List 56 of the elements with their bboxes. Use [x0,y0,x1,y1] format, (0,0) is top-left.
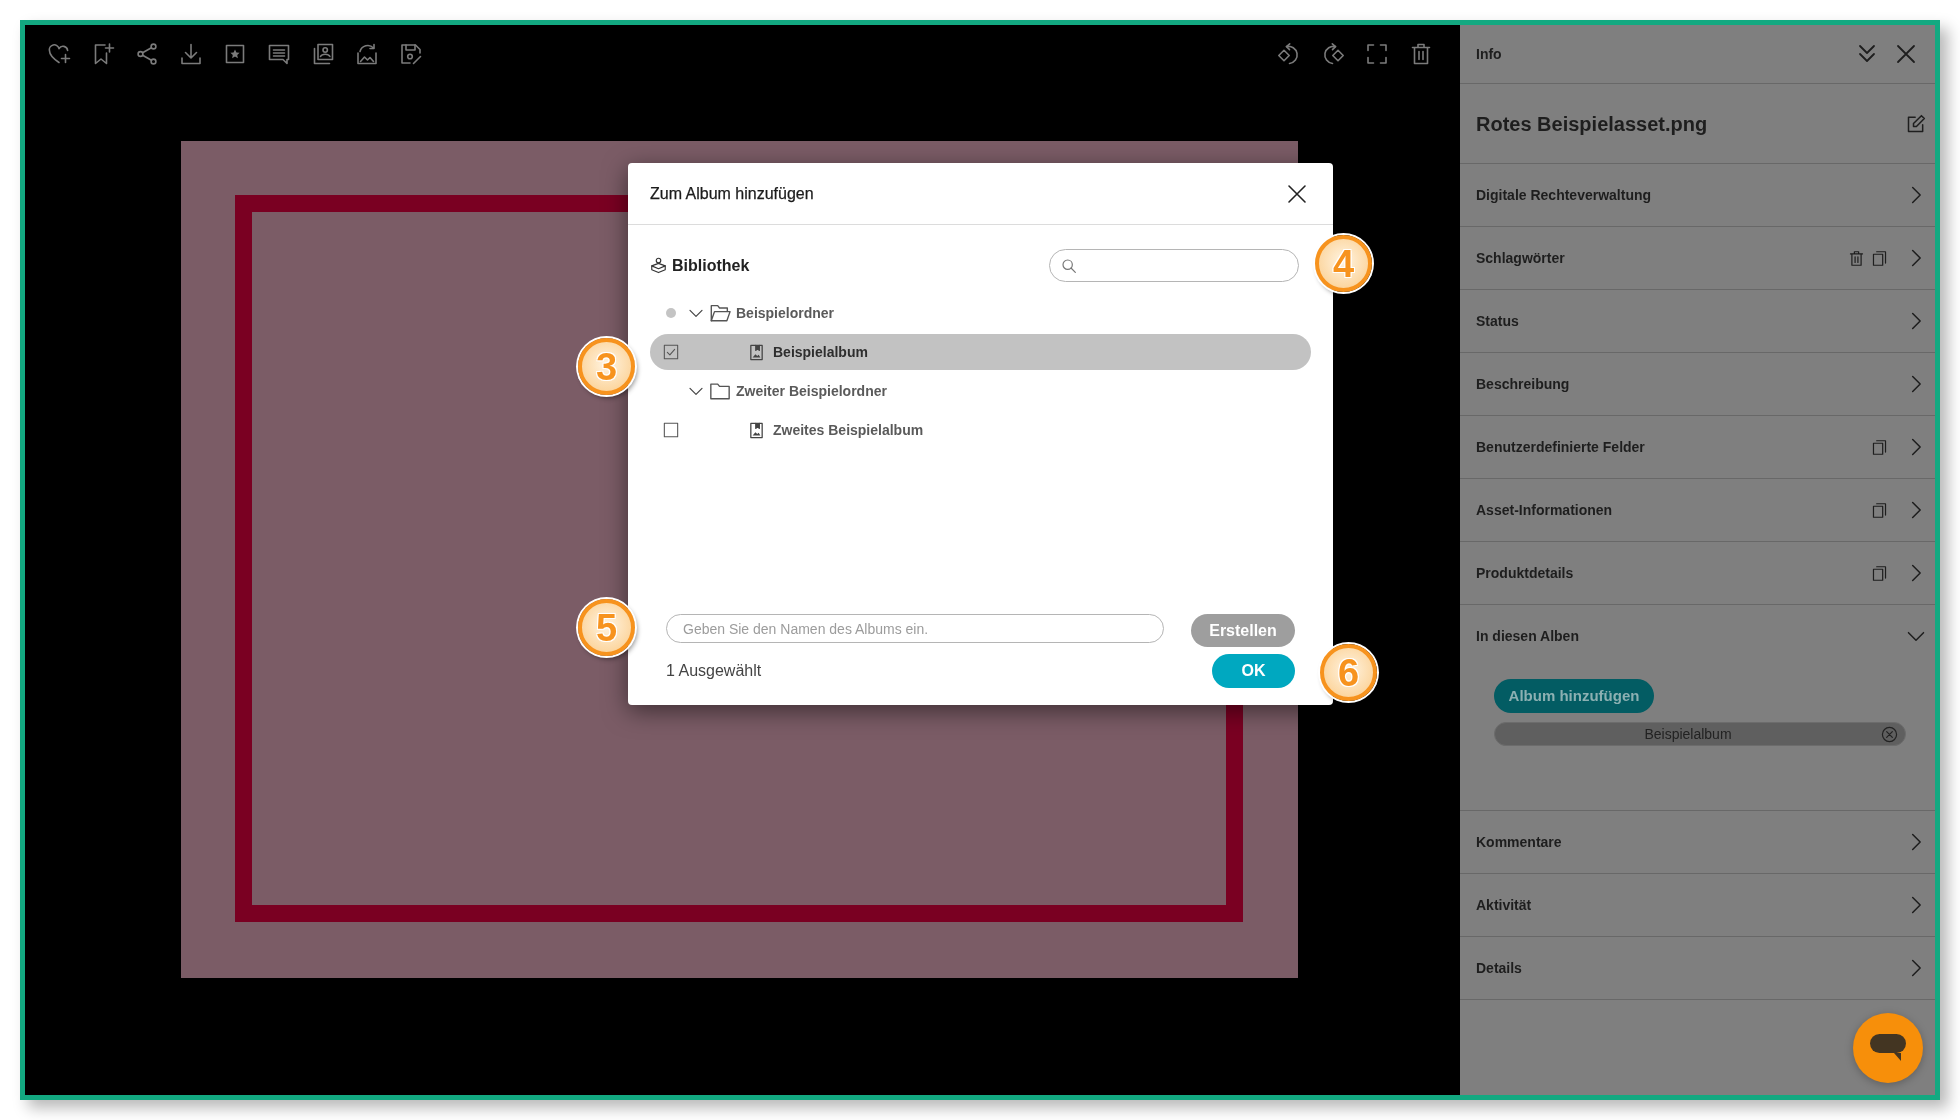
checkbox[interactable] [663,422,679,438]
rotate-left-icon[interactable] [1277,42,1301,66]
copy-icon[interactable] [1871,249,1888,267]
folder-open-icon [709,302,731,324]
album-name-field[interactable]: Geben Sie den Namen des Albums ein. [666,614,1164,643]
image-arrow-icon[interactable] [355,42,379,66]
section-title[interactable]: Produktdetails [1476,562,1574,584]
section-title[interactable]: Asset-Informationen [1476,499,1613,521]
trash-icon[interactable] [1848,249,1865,267]
box-icon [650,257,667,274]
library-label: Bibliothek [672,255,750,276]
photo-album-icon [748,343,765,361]
image-stack-icon[interactable] [311,42,335,66]
section-title[interactable]: Aktivität [1476,894,1532,916]
search-icon [1061,257,1077,274]
section-title[interactable]: Benutzerdefinierte Felder [1476,436,1645,458]
copy-icon[interactable] [1871,501,1888,519]
step-marker: 4 [1315,235,1372,292]
folder-label[interactable]: Zweiter Beispielordner [736,380,887,402]
section-title[interactable]: Kommentare [1476,831,1562,853]
close-circle-icon[interactable] [1881,725,1898,743]
step-marker: 6 [1320,644,1377,701]
section-title[interactable]: Details [1476,957,1522,979]
fullscreen-icon[interactable] [1365,42,1389,66]
share-icon[interactable] [135,42,159,66]
step-marker: 5 [578,599,635,656]
floppy-pencil-icon[interactable] [399,42,423,66]
album-row[interactable]: Beispielalbum [650,334,1311,370]
trash-icon[interactable] [1409,42,1433,66]
copy-icon[interactable] [1871,438,1888,456]
section-title[interactable]: Digitale Rechteverwaltung [1476,184,1652,206]
panel-title: Info [1476,44,1502,64]
edit-icon[interactable] [1906,113,1926,134]
chat-button[interactable] [1853,1013,1923,1083]
folder-label[interactable]: Beispielordner [736,302,835,324]
comment-icon[interactable] [267,42,291,66]
section-title[interactable]: Beschreibung [1476,373,1570,395]
photo-album-icon [748,421,765,439]
dialog-title: Zum Album hinzufügen [650,183,814,204]
album-tag-label: Beispielalbum [1644,724,1732,744]
selection-count: 1 Ausgewählt [666,661,762,681]
ok-button[interactable]: OK [1212,654,1295,688]
star-square-icon[interactable] [223,42,247,66]
section-title[interactable]: In diesen Alben [1476,625,1579,647]
rotate-right-icon[interactable] [1321,42,1345,66]
checkbox[interactable] [663,344,679,360]
asset-title: Rotes Beispielasset.png [1476,111,1708,137]
heart-plus-icon[interactable] [47,42,71,66]
copy-icon[interactable] [1871,564,1888,582]
speech-bubble-icon [1870,1034,1906,1062]
section-title[interactable]: Schlagwörter [1476,247,1565,269]
step-marker: 3 [578,338,635,395]
download-icon[interactable] [179,42,203,66]
section-title[interactable]: Status [1476,310,1519,332]
album-row[interactable]: Zweites Beispielalbum [650,412,1311,448]
add-album-button[interactable]: Album hinzufügen [1494,679,1654,713]
